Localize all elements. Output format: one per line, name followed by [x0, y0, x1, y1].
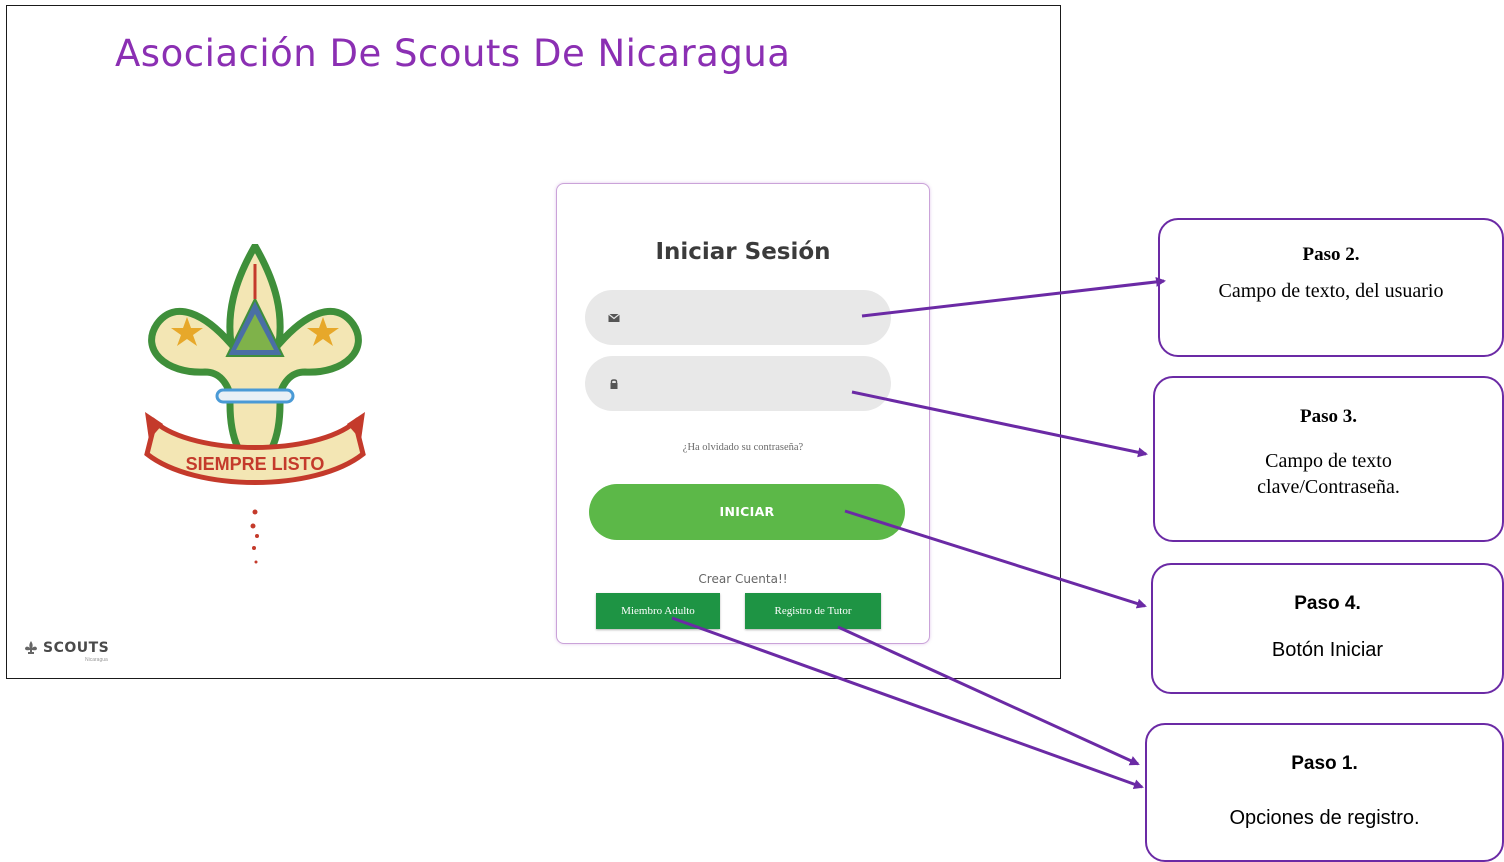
callout-title: Paso 1.	[1291, 753, 1358, 774]
footer-brand: SCOUTS Nicaragua	[23, 640, 110, 663]
callout-body: Campo de texto, del usuario	[1218, 280, 1444, 302]
register-tutor-button[interactable]: Registro de Tutor	[745, 593, 881, 629]
create-account-label: Crear Cuenta!!	[698, 572, 788, 586]
callout-title: Paso 4.	[1294, 593, 1361, 614]
email-input[interactable]	[629, 290, 883, 347]
forgot-password-link[interactable]: ¿Ha olvidado su contraseña?	[557, 442, 929, 453]
scouts-emblem-logo: SIEMPRE LISTO	[144, 244, 366, 564]
email-field[interactable]	[585, 290, 891, 347]
callout-title: Paso 2.	[1302, 244, 1360, 265]
lock-icon	[610, 379, 618, 389]
footer-brand-text: SCOUTS	[43, 640, 110, 656]
callout-paso-3: Paso 3. Campo de texto clave/Contraseña.	[1153, 376, 1504, 542]
callout-paso-2: Paso 2. Campo de texto, del usuario	[1158, 218, 1504, 357]
callout-paso-1: Paso 1. Opciones de registro.	[1145, 723, 1504, 862]
emblem-motto: SIEMPRE LISTO	[186, 454, 325, 474]
callout-body: Botón Iniciar	[1271, 639, 1384, 661]
site-title: Asociación De Scouts De Nicaragua	[115, 32, 791, 75]
login-card: Iniciar Sesión ¿Ha olvidado su contraseñ…	[556, 183, 930, 644]
password-field[interactable]	[585, 356, 891, 413]
password-input[interactable]	[629, 356, 883, 413]
register-adult-member-button[interactable]: Miembro Adulto	[596, 593, 720, 629]
callout-paso-4: Paso 4. Botón Iniciar	[1151, 563, 1504, 694]
login-title: Iniciar Sesión	[655, 239, 831, 265]
footer-brand-sub: Nicaragua	[85, 657, 108, 663]
app-screenshot: Asociación De Scouts De Nicaragua SIEMPR…	[6, 5, 1061, 679]
envelope-icon	[608, 313, 620, 322]
iniciar-button[interactable]: INICIAR	[589, 484, 905, 540]
callout-body: Campo de texto clave/Contraseña.	[1257, 450, 1400, 498]
callout-body: Opciones de registro.	[1229, 807, 1420, 829]
fleur-de-lis-icon	[25, 641, 37, 654]
callout-title: Paso 3.	[1300, 406, 1357, 427]
